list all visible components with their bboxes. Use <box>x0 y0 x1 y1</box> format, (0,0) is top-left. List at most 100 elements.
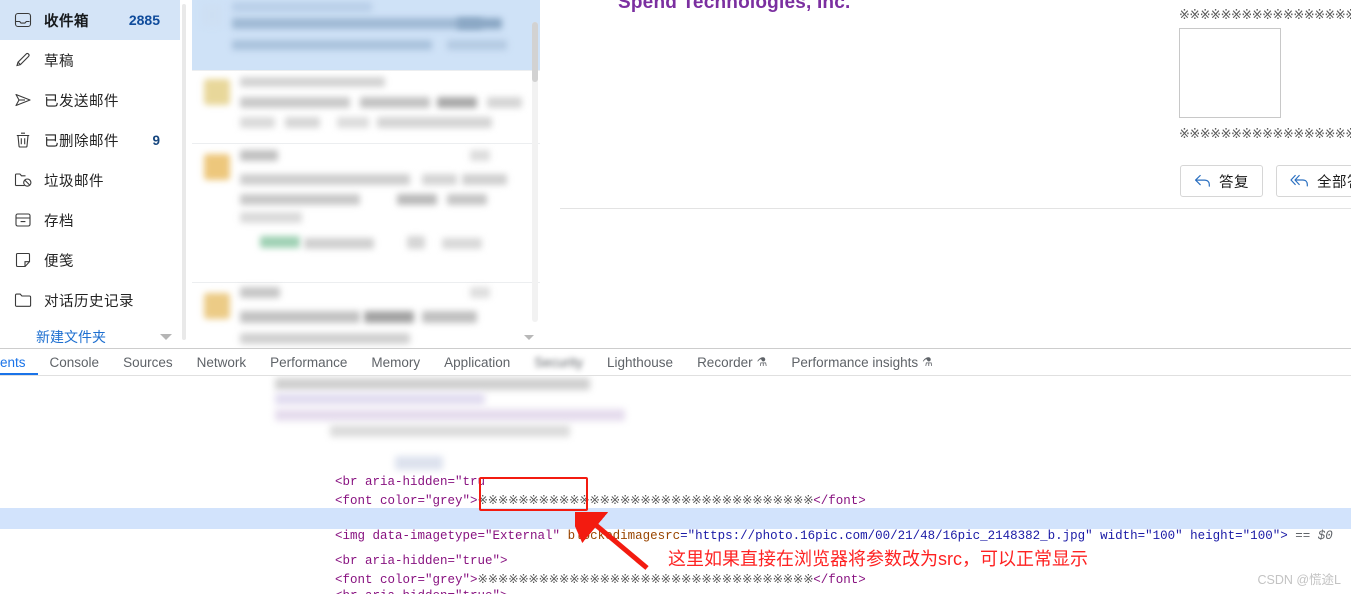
redacted-text <box>240 287 280 298</box>
tab-label: Network <box>196 354 247 370</box>
tab-recorder[interactable]: Recorder ⚗ <box>685 349 779 375</box>
deleted-count: 9 <box>152 132 160 148</box>
annotation-red-arrow <box>575 512 649 570</box>
flask-experiment-icon: ⚗ <box>756 355 768 369</box>
redacted-text <box>240 97 350 108</box>
avatar <box>204 79 230 105</box>
conversation-history-folder-icon <box>12 289 34 311</box>
tab-security[interactable]: Security <box>522 349 595 375</box>
reply-all-arrow-icon <box>1290 174 1309 188</box>
flask-experiment-icon: ⚗ <box>922 355 933 369</box>
new-folder-button[interactable]: 新建文件夹 <box>0 320 180 348</box>
scrollbar-thumb[interactable] <box>532 22 538 82</box>
redacted-text <box>232 40 432 50</box>
message-list-scrollbar[interactable] <box>532 22 538 322</box>
tab-sources[interactable]: Sources <box>111 349 185 375</box>
list-item[interactable] <box>192 0 540 70</box>
tab-label: Sources <box>123 354 173 370</box>
inbox-unread-count: 2885 <box>128 12 160 28</box>
reading-pane-divider <box>560 208 1351 209</box>
list-item[interactable] <box>192 282 540 348</box>
sidebar-item-label: 存档 <box>44 213 74 230</box>
redacted-text <box>422 174 457 185</box>
redacted-text <box>407 236 425 249</box>
tab-performance-insights[interactable]: Performance insights ⚗ <box>779 349 945 375</box>
redacted-text <box>462 174 507 185</box>
reply-button-label: 答复 <box>1219 174 1249 191</box>
sidebar-item-label: 便笺 <box>44 253 74 270</box>
sidebar-list-splitter[interactable] <box>180 0 188 348</box>
sidebar-item-label: 已删除邮件 <box>44 133 119 150</box>
tab-label: Security <box>534 354 583 370</box>
csdn-watermark: CSDN @慌途L <box>1257 573 1341 587</box>
code-text: ※※※※※※※※※※※※※※※※※※※※※※※※※※※※※※※※※ <box>477 492 814 507</box>
tab-lighthouse[interactable]: Lighthouse <box>595 349 685 375</box>
reply-button[interactable]: 答复 <box>1180 165 1263 197</box>
code-text: == $0 <box>1287 529 1333 543</box>
redacted-text <box>232 18 482 29</box>
sidebar-item-drafts[interactable]: 草稿 <box>0 40 180 80</box>
tab-network[interactable]: Network <box>185 349 259 375</box>
message-list[interactable] <box>192 0 540 348</box>
sent-paper-plane-icon <box>12 89 34 111</box>
redacted-text <box>240 194 360 205</box>
sidebar-item-label: 已发送邮件 <box>44 93 119 110</box>
code-text: ="https://photo.16pic.com/00/21/48/16pic… <box>680 529 1288 543</box>
list-resize-caret-icon[interactable] <box>524 335 534 340</box>
splitter-grip[interactable] <box>182 4 186 340</box>
redacted-text <box>337 117 369 128</box>
note-icon <box>12 249 34 271</box>
annotation-red-note: 这里如果直接在浏览器将参数改为src，可以正常显示 <box>668 549 1088 569</box>
avatar <box>204 293 230 319</box>
new-folder-label: 新建文件夹 <box>36 329 106 345</box>
chevron-down-icon[interactable] <box>160 334 172 340</box>
list-item[interactable] <box>192 70 540 143</box>
reply-all-button[interactable]: 全部答复 <box>1276 165 1351 197</box>
sidebar-item-conversation-history[interactable]: 对话历史记录 <box>0 280 180 320</box>
tab-label: Recorder <box>697 354 753 370</box>
reading-pane-actions: 答复 全部答复 转发 <box>1180 165 1351 197</box>
redacted-text <box>447 40 507 50</box>
redacted-text <box>304 238 374 249</box>
tab-label: Lighthouse <box>607 354 674 370</box>
redacted-body-line-top: ※※※※※※※※※※※※※※※※※※※※※※※※※※※※※※※※※※※※※※※※… <box>1179 8 1351 23</box>
sender-company-name: Spend Technologies, Inc. <box>618 0 851 13</box>
sidebar-item-archive[interactable]: 存档 <box>0 200 180 240</box>
redacted-text <box>437 97 477 108</box>
archive-box-icon <box>12 209 34 231</box>
redacted-text <box>377 117 492 128</box>
redacted-text <box>447 194 487 205</box>
tab-label: Performance <box>270 354 348 370</box>
avatar <box>202 4 222 26</box>
tab-label: Memory <box>371 354 421 370</box>
sidebar-item-inbox[interactable]: 收件箱 2885 <box>0 0 180 40</box>
code-line-close-div-1[interactable]: </div> <box>252 589 357 594</box>
redacted-text <box>487 97 522 108</box>
tab-console[interactable]: Console <box>38 349 112 375</box>
sidebar-item-sent[interactable]: 已发送邮件 <box>0 80 180 120</box>
redacted-text <box>457 18 502 29</box>
redacted-dom-line <box>275 393 485 405</box>
reply-arrow-icon <box>1194 174 1211 188</box>
redacted-dom-line <box>275 378 590 390</box>
sidebar-item-junk[interactable]: 垃圾邮件 <box>0 160 180 200</box>
tab-performance[interactable]: Performance <box>258 349 359 375</box>
tab-memory[interactable]: Memory <box>359 349 432 375</box>
redacted-text <box>240 150 278 161</box>
redacted-text <box>240 174 410 185</box>
redacted-dom-line <box>330 425 570 437</box>
sidebar-item-label: 对话历史记录 <box>44 293 134 310</box>
redacted-tag <box>260 236 300 248</box>
redacted-text <box>240 77 385 87</box>
list-item[interactable] <box>192 143 540 282</box>
draft-pencil-icon <box>12 49 34 71</box>
tab-elements[interactable]: ents <box>0 349 38 375</box>
sidebar-item-deleted[interactable]: 已删除邮件 9 <box>0 120 180 160</box>
tab-application[interactable]: Application <box>432 349 522 375</box>
redacted-text <box>470 287 490 298</box>
tab-label: ents <box>0 354 26 370</box>
junk-folder-icon <box>12 169 34 191</box>
redacted-dom-line <box>275 409 625 421</box>
inbox-icon <box>12 9 34 31</box>
sidebar-item-notes[interactable]: 便笺 <box>0 240 180 280</box>
